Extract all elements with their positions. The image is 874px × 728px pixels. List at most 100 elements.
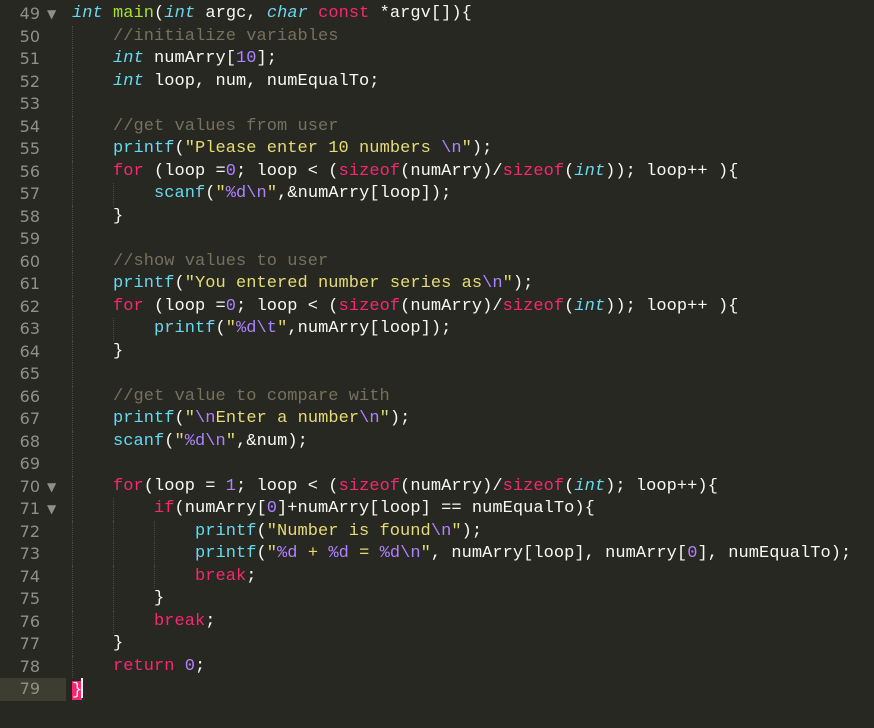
plain-token: ( [564,161,575,181]
code-line[interactable]: 53 [0,93,874,116]
plain-token: ( [164,431,175,451]
string-token: " [184,409,196,428]
code-line[interactable]: 68 scanf("%d\n",&num); [0,430,874,453]
plain-token: ( [215,319,226,338]
indent-guide [113,318,114,341]
string-token: Enter a number [215,409,360,428]
code-text: } [72,678,84,703]
type-token: char [266,4,308,23]
indent-guide [72,475,73,498]
line-number: 51 [19,49,40,68]
line-number: 60 [19,251,40,271]
code-line[interactable]: 73 printf("%d + %d = %d\n", numArry[loop]… [0,543,874,566]
code-line[interactable]: 70 ▼ for(loop = 1; loop < (sizeof(numArry)… [0,475,874,499]
code-line[interactable]: 55 printf("Please enter 10 numbers \n"); [0,138,874,161]
code-line[interactable]: 61 printf("You entered number series as\n… [0,273,874,296]
line-number: 63 [19,319,40,338]
indent-guide [72,25,73,48]
indent-guide [154,520,155,543]
plain-token: ); [512,274,534,293]
indent-guide [113,543,114,566]
code-line[interactable]: 71 ▼ if(numArry[0]+numArry[loop] == numEqu… [0,498,874,521]
code-line[interactable]: 52 int loop, num, numEqualTo; [0,70,874,93]
code-line[interactable]: 74 break; [0,565,874,588]
line-number: 54 [19,116,40,136]
indent-guide [154,543,155,566]
code-line[interactable]: 62 for (loop =0; loop < (sizeof(numArry)/… [0,295,874,319]
code-line[interactable]: 65 [0,363,874,386]
plain-token: (numArry)/ [400,476,503,496]
code-line[interactable]: 49 ▼ int main(int argc, char const *argv[]… [0,3,874,26]
indent-guide [72,385,73,408]
code-line[interactable]: 67 printf("\nEnter a number\n"); [0,408,874,431]
plain-token: ( [154,4,165,23]
code-line[interactable]: 58} [0,205,874,228]
code-line[interactable]: 63 printf("%d\t",numArry[loop]); [0,318,874,341]
string-token: " [266,184,278,203]
string-token: " [215,184,226,203]
code-line[interactable]: 57 scanf("%d\n",&numArry[loop]); [0,183,874,206]
line-gutter: 66 [0,386,66,409]
indent-guide [113,520,114,543]
code-text: int main(int argc, char const *argv[]){ [72,3,472,26]
indent-guide [72,633,73,656]
code-text: scanf("%d\n",&numArry[loop]); [154,183,451,206]
code-line[interactable]: 66 //get value to compare with [0,385,874,409]
code-line[interactable]: 54 //get values from user [0,115,874,138]
type-token: int [113,49,144,68]
plain-token: , numArry[loop], numArry[ [430,544,688,563]
string-token: " [379,409,390,428]
code-editor[interactable]: 49 ▼ int main(int argc, char const *argv[]… [0,3,874,701]
plain-token: ,numArry[loop]); [287,319,452,338]
line-gutter: 76 [0,611,66,634]
string-token: " [277,319,288,338]
code-text: } [154,588,164,611]
plain-token: (loop = [143,476,226,496]
code-line[interactable]: 51 int numArry[10]; [0,48,874,71]
code-line[interactable]: 56 for (loop =0; loop < (sizeof(numArry)/… [0,160,874,183]
plain-token: ( [256,521,267,541]
plain-token: ); [471,139,493,158]
line-number: 72 [19,521,40,541]
line-gutter: 57 [0,183,66,206]
indent-guide [72,543,73,566]
indent-guide [72,250,73,273]
indent-guide [72,565,73,588]
code-line[interactable]: 50 //initialize variables [0,25,874,48]
plain-token: )); loop++ ){ [605,296,739,316]
number-token: 0 [687,544,698,563]
code-line[interactable]: 79} [0,678,874,701]
line-number: 79 [19,679,40,698]
fold-arrow-icon[interactable]: ▼ [47,498,56,521]
function-name-token: main [113,4,155,23]
string-token: " [225,431,237,451]
plain-token: loop, num, numEqualTo; [143,71,380,91]
code-line[interactable]: 60 //show values to user [0,250,874,273]
code-line[interactable]: 75} [0,588,874,611]
code-text: printf("Please enter 10 numbers \n"); [113,138,492,161]
code-line[interactable]: 72 printf("Number is found\n"); [0,520,874,543]
fold-arrow-icon[interactable]: ▼ [47,476,56,499]
type-token: int [113,71,144,91]
number-token: 0 [266,499,278,518]
line-number: 71 [19,499,40,518]
code-line[interactable]: 77} [0,633,874,656]
type-token: int [72,4,103,23]
code-line[interactable]: 76 break; [0,610,874,634]
indent-guide [72,498,73,521]
code-line[interactable]: 64} [0,340,874,363]
plain-token: numArry[ [143,49,237,68]
line-number: 69 [19,454,40,473]
fold-arrow-icon[interactable]: ▼ [47,3,56,26]
indent-guide [113,183,114,206]
keyword-token: sizeof [502,476,565,496]
code-text: for (loop =0; loop < (sizeof(numArry)/si… [113,296,738,319]
escape-token: \n [482,274,503,293]
code-line[interactable]: 59 [0,228,874,251]
keyword-token: for [113,296,144,316]
code-line[interactable]: 69 [0,453,874,476]
plain-token: (loop = [143,161,226,181]
code-line[interactable]: 78 return 0; [0,655,874,678]
indent-guide [72,70,73,93]
